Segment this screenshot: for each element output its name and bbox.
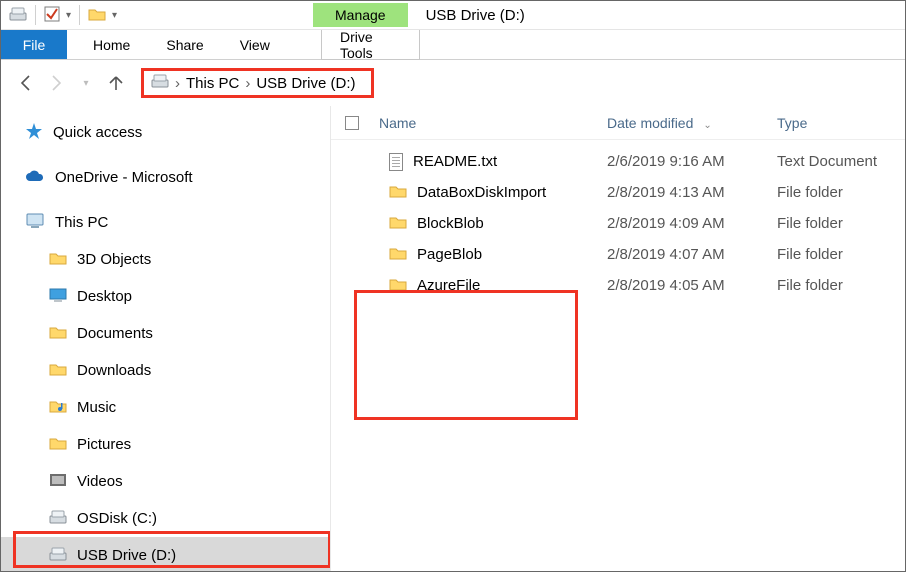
back-button[interactable] (15, 72, 37, 94)
column-header-type[interactable]: Type (777, 115, 905, 131)
video-icon (49, 473, 67, 491)
drive-icon (49, 510, 67, 528)
file-date: 2/8/2019 4:05 AM (607, 277, 777, 294)
sidebar-item-label: 3D Objects (77, 251, 151, 268)
sidebar-item-label: Videos (77, 473, 123, 490)
chevron-down-icon[interactable]: ▾ (112, 10, 117, 21)
drive-icon (9, 7, 27, 24)
title-bar: ▾ ▾ Manage USB Drive (D:) (1, 1, 905, 30)
sidebar-item-pictures[interactable]: Pictures (1, 426, 330, 463)
list-item[interactable]: AzureFile 2/8/2019 4:05 AM File folder (331, 270, 905, 301)
list-item[interactable]: DataBoxDiskImport 2/8/2019 4:13 AM File … (331, 177, 905, 208)
file-name: DataBoxDiskImport (417, 184, 546, 201)
file-name: AzureFile (417, 277, 480, 294)
column-header-name[interactable]: Name (373, 115, 607, 131)
ribbon-tab-file[interactable]: File (1, 30, 67, 59)
file-date: 2/8/2019 4:09 AM (607, 215, 777, 232)
select-all-checkbox[interactable] (345, 116, 359, 130)
sidebar-item-documents[interactable]: Documents (1, 315, 330, 352)
crumb-usb-drive[interactable]: USB Drive (D:) (256, 75, 355, 92)
list-item[interactable]: PageBlob 2/8/2019 4:07 AM File folder (331, 239, 905, 270)
sidebar-item-onedrive[interactable]: OneDrive - Microsoft (1, 159, 330, 196)
folder-icon (389, 277, 407, 295)
forward-button[interactable] (45, 72, 67, 94)
file-type: File folder (777, 184, 905, 201)
sidebar-item-label: Music (77, 399, 116, 416)
breadcrumb[interactable]: › This PC › USB Drive (D:) (143, 70, 372, 96)
ribbon-tab-drive-tools[interactable]: Drive Tools (321, 30, 420, 60)
sidebar-item-label: USB Drive (D:) (77, 547, 176, 564)
file-list: README.txt 2/6/2019 9:16 AM Text Documen… (331, 140, 905, 301)
folder-icon (49, 251, 67, 269)
file-name: BlockBlob (417, 215, 484, 232)
recent-locations-dropdown[interactable]: ▾ (75, 72, 97, 94)
folder-icon (49, 362, 67, 380)
sidebar-item-usb-drive[interactable]: USB Drive (D:) (1, 537, 330, 571)
folder-icon[interactable] (88, 7, 106, 24)
file-date: 2/8/2019 4:07 AM (607, 246, 777, 263)
chevron-right-icon[interactable]: › (175, 75, 180, 92)
folder-icon (389, 215, 407, 233)
sidebar-item-this-pc[interactable]: This PC (1, 204, 330, 241)
file-type: File folder (777, 277, 905, 294)
column-header-date[interactable]: Date modified⌄ (607, 115, 777, 131)
ribbon: File Home Share View Drive Tools (1, 30, 905, 60)
file-name: PageBlob (417, 246, 482, 263)
chevron-right-icon[interactable]: › (245, 75, 250, 92)
highlight-marker (354, 290, 578, 420)
ribbon-tab-home[interactable]: Home (75, 30, 148, 59)
folder-icon (49, 436, 67, 454)
file-name: README.txt (413, 153, 497, 170)
file-type: File folder (777, 215, 905, 232)
list-item[interactable]: BlockBlob 2/8/2019 4:09 AM File folder (331, 208, 905, 239)
crumb-this-pc[interactable]: This PC (186, 75, 239, 92)
checkmark-box-icon[interactable] (44, 6, 60, 25)
file-date: 2/6/2019 9:16 AM (607, 153, 777, 170)
sidebar-item-desktop[interactable]: Desktop (1, 278, 330, 315)
sidebar-item-quick-access[interactable]: Quick access (1, 114, 330, 151)
ribbon-tab-share[interactable]: Share (148, 30, 221, 59)
sidebar-item-label: OSDisk (C:) (77, 510, 157, 527)
navigation-tree: Quick access OneDrive - Microsoft This P… (1, 106, 331, 571)
computer-icon (25, 213, 45, 233)
list-item[interactable]: README.txt 2/6/2019 9:16 AM Text Documen… (331, 146, 905, 177)
column-headers: Name Date modified⌄ Type (331, 106, 905, 140)
sidebar-item-label: Desktop (77, 288, 132, 305)
sidebar-item-label: Pictures (77, 436, 131, 453)
text-file-icon (389, 153, 403, 171)
star-icon (25, 122, 43, 144)
sidebar-item-videos[interactable]: Videos (1, 463, 330, 500)
file-type: Text Document (777, 153, 905, 170)
desktop-icon (49, 288, 67, 306)
folder-icon (49, 325, 67, 343)
ribbon-tab-view[interactable]: View (222, 30, 288, 59)
drive-icon (49, 547, 67, 565)
sidebar-item-downloads[interactable]: Downloads (1, 352, 330, 389)
sidebar-item-label: Quick access (53, 124, 142, 141)
sidebar-item-label: Downloads (77, 362, 151, 379)
window-title: USB Drive (D:) (408, 3, 543, 28)
drive-icon (151, 74, 169, 92)
sidebar-item-label: This PC (55, 214, 108, 231)
cloud-icon (25, 169, 45, 187)
folder-icon (389, 184, 407, 202)
sidebar-item-label: OneDrive - Microsoft (55, 169, 193, 186)
sidebar-item-osdisk[interactable]: OSDisk (C:) (1, 500, 330, 537)
up-button[interactable] (105, 72, 127, 94)
file-date: 2/8/2019 4:13 AM (607, 184, 777, 201)
folder-icon (389, 246, 407, 264)
navigation-bar: ▾ › This PC › USB Drive (D:) (1, 60, 905, 106)
chevron-down-icon[interactable]: ⌄ (693, 120, 721, 131)
ribbon-context-label[interactable]: Manage (313, 3, 408, 27)
file-type: File folder (777, 246, 905, 263)
content-pane: Name Date modified⌄ Type README.txt 2/6/… (331, 106, 905, 571)
chevron-down-icon[interactable]: ▾ (66, 10, 71, 21)
sidebar-item-label: Documents (77, 325, 153, 342)
sidebar-item-3d-objects[interactable]: 3D Objects (1, 241, 330, 278)
sidebar-item-music[interactable]: Music (1, 389, 330, 426)
music-icon (49, 399, 67, 417)
